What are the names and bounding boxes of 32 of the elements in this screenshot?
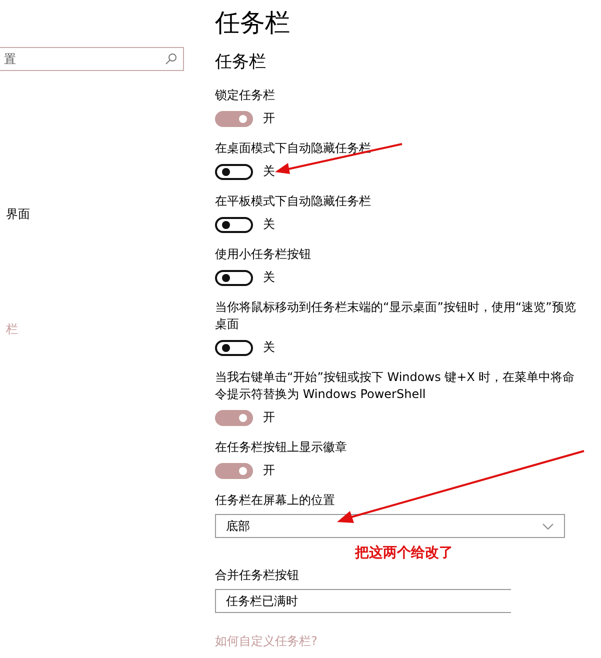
search-placeholder: 置 (4, 50, 16, 68)
setting-label: 在平板模式下自动隐藏任务栏 (215, 193, 372, 210)
annotation-text: 把这两个给改了 (355, 544, 454, 562)
toggle-switch[interactable] (215, 410, 253, 426)
search-field[interactable]: 置 (0, 47, 184, 71)
toggle-switch[interactable] (215, 216, 253, 232)
dropdown[interactable]: 底部 (215, 514, 565, 538)
toggle-switch[interactable] (215, 462, 253, 478)
setting-label: 当我右键单击“开始”按钮或按下 Windows 键+X 时，在菜单中将命令提示符替换为 Windows PowerShell (215, 369, 576, 403)
toggle-switch[interactable] (215, 110, 253, 126)
sidebar-item[interactable]: 界面 (0, 206, 215, 222)
search-icon (165, 53, 177, 65)
toggle-switch[interactable] (215, 164, 253, 180)
setting-label: 锁定任务栏 (215, 87, 276, 104)
setting-label: 在任务栏按钮上显示徽章 (215, 439, 348, 456)
toggle-switch[interactable] (215, 270, 253, 286)
setting-label: 合并任务栏按钮 (215, 567, 300, 584)
setting-label: 当你将鼠标移动到任务栏末端的“显示桌面”按钮时，使用“速览”预览桌面 (215, 299, 577, 333)
chevron-down-icon (542, 522, 554, 530)
dropdown[interactable]: 任务栏已满时 (215, 589, 511, 613)
toggle-state: 开 (263, 462, 275, 479)
toggle-state: 关 (263, 269, 275, 286)
setting-label: 使用小任务栏按钮 (215, 246, 312, 263)
toggle-state: 开 (263, 110, 275, 127)
toggle-state: 关 (263, 339, 275, 356)
toggle-switch[interactable] (215, 340, 253, 356)
setting-label: 任务栏在屏幕上的位置 (215, 492, 336, 509)
page-title: 任务栏 (215, 7, 291, 39)
section-title: 任务栏 (215, 51, 267, 74)
toggle-state: 开 (263, 409, 275, 426)
toggle-state: 关 (263, 163, 275, 180)
toggle-state: 关 (263, 216, 275, 233)
